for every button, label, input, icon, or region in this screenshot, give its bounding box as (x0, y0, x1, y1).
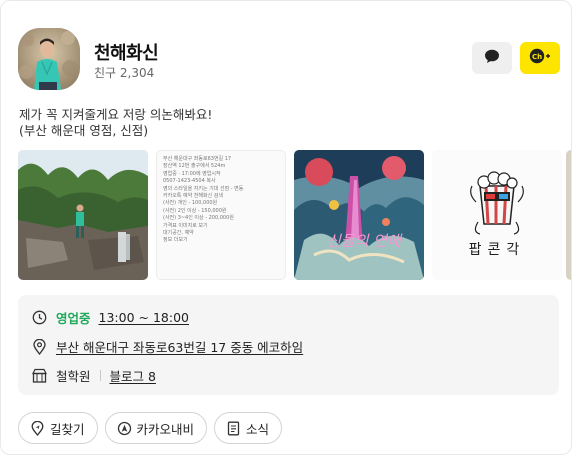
address-link[interactable]: 부산 해운대구 좌동로63번길 17 중동 에코하임 (56, 337, 303, 356)
directions-button[interactable]: 길찾기 (18, 412, 98, 444)
photo-place-info-screenshot[interactable]: 부산 해운대구 좌동로63번길 17 장산역 12번 출구에서 524m 영업중 ·… (156, 150, 286, 280)
photo-forest-waterfall[interactable] (18, 150, 148, 280)
place-description: 제가 꼭 지켜줄게요 저랑 의논해봐요! (부산 해운대 영점, 신점) (19, 107, 212, 139)
poster-caption: 신들의 연애 (327, 232, 403, 250)
directions-label: 길찾기 (50, 421, 85, 437)
friends-count: 친구 2,304 (94, 64, 154, 81)
info-screenshot-text: 부산 해운대구 좌동로63번길 17 장산역 12번 출구에서 524m 영업중 ·… (157, 151, 285, 245)
category-row: 철학원 블로그 8 (31, 366, 156, 385)
business-hours[interactable]: 13:00 ~ 18:00 (99, 310, 189, 325)
navigation-pin-icon (30, 420, 45, 436)
blog-link[interactable]: 블로그 8 (110, 366, 156, 385)
info-screenshot-line: 장산역 12번 출구에서 524m (163, 163, 226, 170)
info-screenshot-line: 0507-1423-4504 복사 (163, 178, 216, 185)
profile-avatar[interactable] (18, 28, 80, 90)
place-profile-card: 천해화신 친구 2,304 Ch 제가 꼭 지켜줄게요 저랑 의논해봐요! (부… (0, 0, 572, 455)
friends-label: 친구 (94, 66, 117, 80)
add-channel-button[interactable]: Ch (520, 42, 560, 74)
kakaonavi-label: 카카오내비 (136, 421, 195, 437)
photo-next-peek[interactable] (566, 150, 571, 280)
friends-number: 2,304 (119, 66, 155, 80)
category-label: 철학원 (56, 369, 91, 384)
photo-illustration-poster[interactable]: 신들의 연애 (294, 150, 424, 280)
info-screenshot-line: 정보 더보기 (163, 237, 188, 244)
divider (99, 370, 101, 381)
address-row: 부산 해운대구 좌동로63번길 17 중동 에코하임 (31, 337, 303, 356)
photo-strip: 부산 해운대구 좌동로63번길 17 장산역 12번 출구에서 524m 영업중 ·… (18, 150, 571, 280)
kakaonavi-icon (117, 421, 132, 436)
channel-icon-label: Ch (532, 53, 542, 61)
blog-count: 8 (148, 369, 156, 384)
kakao-channel-add-icon: Ch (529, 48, 551, 68)
description-line-1: 제가 꼭 지켜줄게요 저랑 의논해봐요! (19, 107, 213, 122)
news-label: 소식 (246, 421, 270, 437)
blog-label: 블로그 (109, 369, 145, 384)
kakaonavi-button[interactable]: 카카오내비 (104, 412, 208, 444)
info-screenshot-line: 가격표 이미지로 보기 (163, 222, 208, 229)
info-screenshot-line: (사전) 3~4인 이상 - 200,000원 (163, 215, 234, 222)
hours-row: 영업중 13:00 ~ 18:00 (31, 308, 189, 327)
document-icon (226, 421, 241, 436)
news-button[interactable]: 소식 (214, 412, 283, 444)
chat-button[interactable] (472, 42, 512, 74)
photo-popcorn-sticker[interactable]: 팝콘각 (432, 150, 562, 280)
speech-bubble-icon (484, 49, 500, 68)
info-screenshot-line: 영의 스타일을 지키는 기대 선점 - 변동 (163, 185, 244, 192)
open-status: 영업중 (56, 311, 91, 326)
place-info-box: 영업중 13:00 ~ 18:00 부산 해운대구 좌동로63번길 17 중동 … (18, 295, 559, 395)
description-line-2: (부산 해운대 영점, 신점) (19, 123, 149, 138)
store-icon (31, 368, 47, 384)
sticker-caption: 팝콘각 (469, 242, 526, 258)
action-buttons: 길찾기 카카오내비 소식 (18, 412, 283, 444)
info-screenshot-line: (사전) 개인 - 100,000원 (163, 200, 218, 207)
clock-icon (31, 310, 47, 326)
location-pin-icon (31, 338, 47, 355)
place-name: 천해화신 (94, 43, 159, 64)
